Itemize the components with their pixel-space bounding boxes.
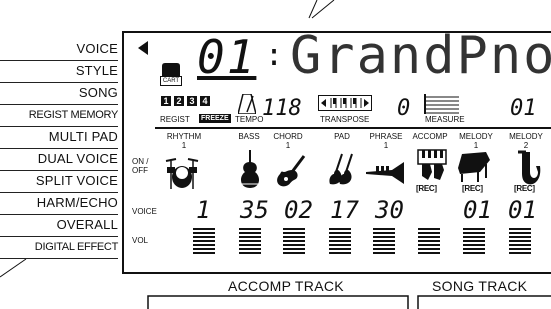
track-voice-melody-1: 01: [463, 196, 492, 224]
transpose-keyboard-icon: [318, 95, 372, 111]
cart-label: CART: [160, 76, 182, 86]
cart-icon: CART: [160, 63, 182, 87]
regist-number-4: 4: [200, 96, 210, 106]
rec-label-melody-1: [REC]: [462, 184, 483, 193]
voice-row-label: VOICE: [132, 207, 157, 216]
menu-item-regist-memory[interactable]: REGIST MEMORY: [0, 104, 118, 127]
regist-number-3: 3: [187, 96, 197, 106]
lcd-divider: [155, 127, 551, 129]
volume-bars-chord: [283, 228, 305, 256]
strings-icon[interactable]: [326, 152, 358, 188]
trumpet-icon[interactable]: [364, 162, 408, 184]
track-name-melody-2: MELODY: [509, 132, 543, 141]
measure-value: 01: [510, 96, 537, 121]
regist-label: REGIST: [160, 115, 190, 124]
rec-label-accomp: [REC]: [416, 184, 437, 193]
volume-bars-bass: [239, 228, 261, 256]
double-bass-icon[interactable]: [236, 150, 264, 190]
menu-item-song[interactable]: SONG: [0, 82, 118, 105]
track-voice-melody-2: 01: [508, 196, 537, 224]
track-name-chord: CHORD: [273, 132, 303, 141]
rec-label-melody-2: [REC]: [514, 184, 535, 193]
track-sub-rhythm: 1: [181, 141, 187, 150]
volume-bars-accomp: [418, 228, 440, 256]
tempo-value: 118: [262, 96, 302, 121]
track-name-phrase: PHRASE: [369, 132, 403, 141]
saxophone-icon[interactable]: [512, 150, 542, 186]
vol-row-label: VOL: [132, 236, 149, 245]
regist-number-2: 2: [174, 96, 184, 106]
track-name-melody-1: MELODY: [459, 132, 493, 141]
freeze-badge: FREEZE: [199, 114, 231, 123]
track-voice-phrase: 30: [375, 196, 404, 224]
menu-item-dual-voice[interactable]: DUAL VOICE: [0, 148, 118, 171]
track-name-pad: PAD: [334, 132, 350, 141]
transpose-value: 0: [397, 96, 411, 121]
menu-item-overall[interactable]: OVERALL: [0, 214, 118, 237]
menu-item-style[interactable]: STYLE: [0, 60, 118, 83]
track-voice-bass: 35: [240, 196, 269, 224]
volume-bars-rhythm: [193, 228, 215, 256]
drum-kit-icon[interactable]: [164, 153, 200, 191]
menu-item-voice[interactable]: VOICE: [0, 38, 118, 61]
grand-piano-icon[interactable]: [456, 150, 492, 184]
track-name-bass: BASS: [238, 132, 260, 141]
track-voice-chord: 02: [284, 196, 313, 224]
track-sub-melody-2: 2: [523, 141, 529, 150]
track-name-accomp: ACCOMP: [412, 132, 448, 141]
volume-bars-melody-2: [509, 228, 531, 256]
track-sub-phrase: 1: [383, 141, 389, 150]
voice-number: 01: [197, 30, 257, 84]
transpose-label: TRANSPOSE: [320, 115, 370, 124]
track-voice-pad: 17: [330, 196, 359, 224]
track-sub-melody-1: 1: [473, 141, 479, 150]
tempo-label: TEMPO: [235, 115, 264, 124]
menu-item-split-voice[interactable]: SPLIT VOICE: [0, 170, 118, 193]
volume-bars-melody-1: [463, 228, 485, 256]
volume-bars-pad: [329, 228, 351, 256]
track-sub-chord: 1: [285, 141, 291, 150]
selection-arrow-icon: [138, 41, 148, 55]
metronome-icon: [238, 94, 256, 114]
guitar-icon[interactable]: [274, 152, 306, 188]
hands-keyboard-icon[interactable]: [416, 148, 448, 182]
track-name-rhythm: RHYTHM: [166, 132, 202, 141]
track-brackets: [147, 295, 551, 309]
track-voice-rhythm: 1: [196, 196, 211, 224]
menu-item-multi-pad[interactable]: MULTI PAD: [0, 126, 118, 149]
measure-staff-icon: [424, 94, 459, 114]
on-off-label: ON / OFF: [132, 157, 149, 175]
menu-item-harm-echo[interactable]: HARM/ECHO: [0, 192, 118, 215]
regist-number-1: 1: [161, 96, 171, 106]
volume-bars-phrase: [373, 228, 395, 256]
voice-separator: :: [265, 38, 284, 73]
menu-item-digital-effect[interactable]: DIGITAL EFFECT: [0, 236, 118, 259]
measure-label: MEASURE: [425, 115, 465, 124]
voice-name: GrandPno: [290, 26, 551, 86]
